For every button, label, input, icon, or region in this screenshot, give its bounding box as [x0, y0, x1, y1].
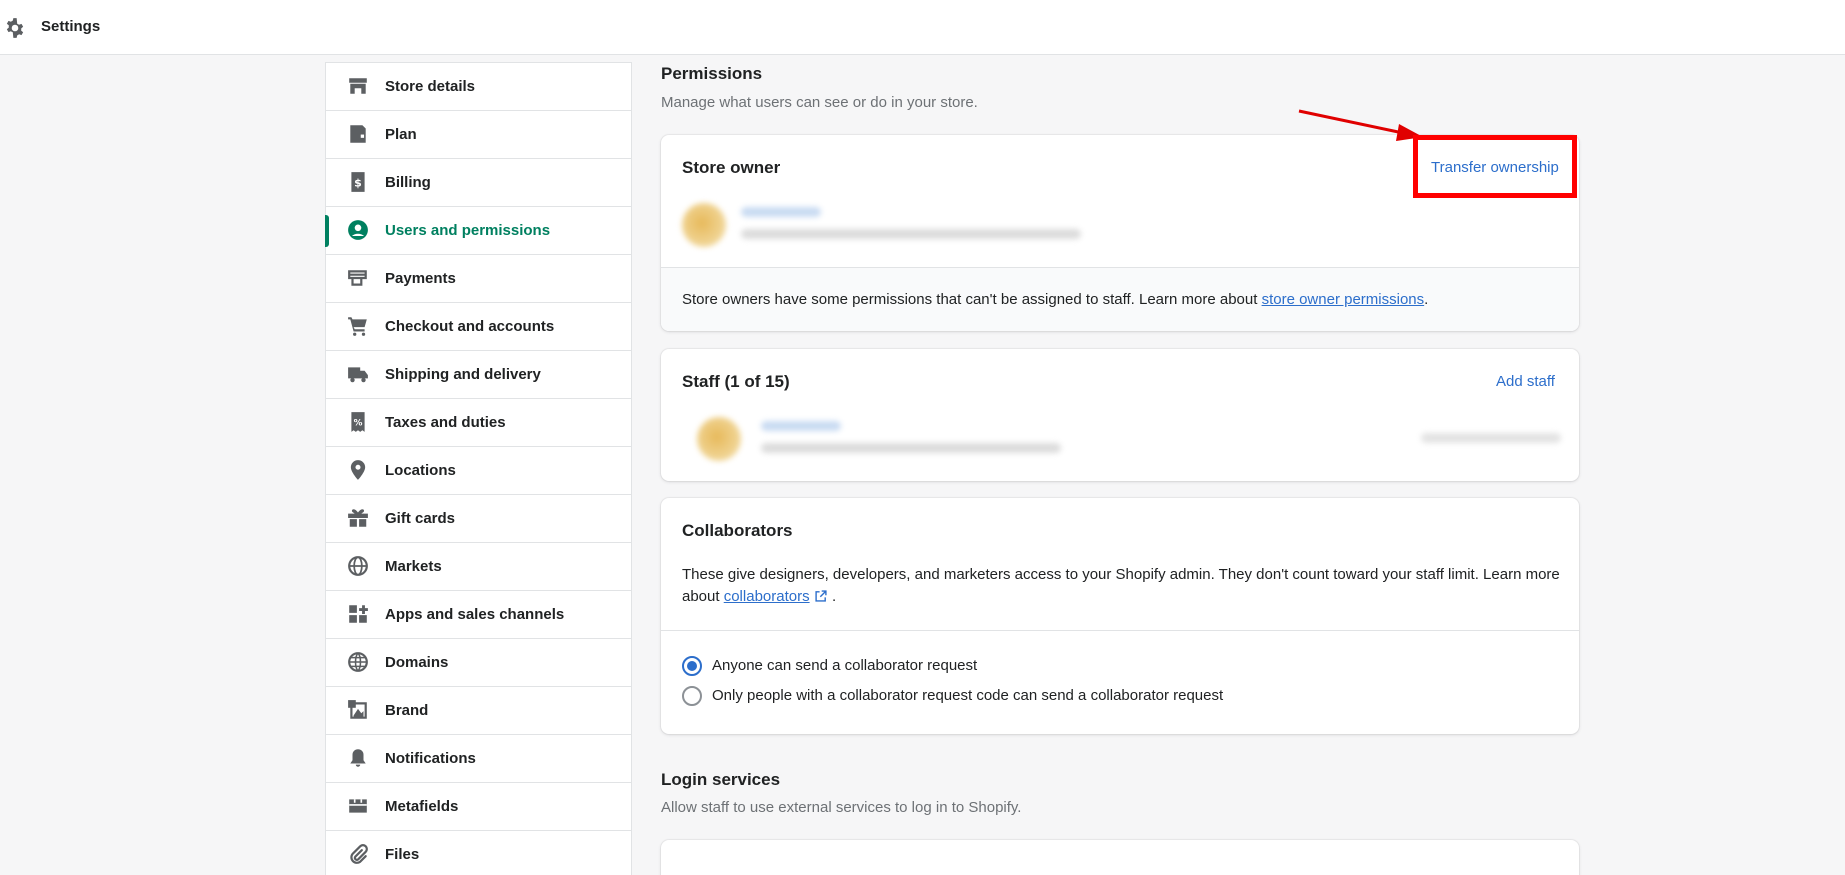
- sidebar-item-label: Users and permissions: [385, 222, 551, 239]
- permissions-subtitle: Manage what users can see or do in your …: [661, 94, 978, 111]
- annotation-arrow: [1298, 109, 1423, 141]
- external-link-icon: [814, 589, 828, 603]
- sidebar-item-label: Files: [385, 846, 420, 863]
- store-owner-note: Store owners have some permissions that …: [661, 267, 1579, 331]
- owner-avatar: [682, 203, 726, 247]
- sidebar-item-locations[interactable]: Locations: [326, 447, 631, 495]
- svg-text:%: %: [354, 418, 363, 428]
- gear-icon: [4, 17, 26, 39]
- collaborators-link[interactable]: collaborators: [724, 588, 810, 605]
- collaborators-divider: [661, 630, 1579, 631]
- login-services-card: [661, 840, 1579, 875]
- sidebar-item-label: Store details: [385, 78, 476, 95]
- sidebar-item-label: Billing: [385, 174, 431, 191]
- store-owner-note-text: Store owners have some permissions that …: [682, 291, 1262, 308]
- sidebar-item-label: Metafields: [385, 798, 459, 815]
- globe-markets-icon: [347, 555, 369, 577]
- truck-icon: [347, 363, 369, 385]
- tax-icon: %: [347, 411, 369, 433]
- radio-code-only-label: Only people with a collaborator request …: [712, 687, 1224, 704]
- login-services-subtitle: Allow staff to use external services to …: [661, 799, 1022, 816]
- sidebar-item-label: Gift cards: [385, 510, 456, 527]
- bell-icon: [347, 747, 369, 769]
- sidebar-item-plan[interactable]: Plan: [326, 111, 631, 159]
- cart-icon: [347, 315, 369, 337]
- sidebar-item-brand[interactable]: Brand: [326, 687, 631, 735]
- top-bar: Settings: [0, 0, 1845, 55]
- store-icon: [347, 75, 369, 97]
- sidebar-item-label: Shipping and delivery: [385, 366, 541, 383]
- sidebar-item-metafields[interactable]: Metafields: [326, 783, 631, 831]
- sidebar-item-billing[interactable]: $ Billing: [326, 159, 631, 207]
- store-owner-note-end: .: [1424, 291, 1429, 308]
- paperclip-icon: [347, 843, 369, 865]
- sidebar-item-label: Brand: [385, 702, 429, 719]
- sidebar-item-label: Markets: [385, 558, 442, 575]
- radio-anyone[interactable]: [682, 656, 702, 676]
- sidebar-item-taxes-and-duties[interactable]: % Taxes and duties: [326, 399, 631, 447]
- permissions-title: Permissions: [661, 64, 763, 83]
- collaborators-card: Collaborators These give designers, deve…: [661, 498, 1579, 734]
- settings-sidebar: Store details Plan $ Billing Users and p…: [325, 62, 632, 875]
- sidebar-item-gift-cards[interactable]: Gift cards: [326, 495, 631, 543]
- staff-name-redacted: [761, 421, 841, 431]
- billing-icon: $: [347, 171, 369, 193]
- sidebar-item-label: Domains: [385, 654, 449, 671]
- sidebar-item-notifications[interactable]: Notifications: [326, 735, 631, 783]
- staff-role-redacted: [1421, 433, 1561, 443]
- sidebar-item-payments[interactable]: Payments: [326, 255, 631, 303]
- annotation-highlight-box: [1413, 135, 1577, 198]
- login-services-title: Login services: [661, 770, 781, 789]
- add-staff-link[interactable]: Add staff: [1496, 372, 1555, 392]
- sidebar-item-label: Payments: [385, 270, 456, 287]
- radio-code-only[interactable]: [682, 686, 702, 706]
- page-title: Settings: [41, 18, 101, 35]
- sidebar-item-label: Apps and sales channels: [385, 606, 565, 623]
- sidebar-item-files[interactable]: Files: [326, 831, 631, 875]
- collaborators-text-end: .: [827, 588, 837, 605]
- sidebar-item-label: Checkout and accounts: [385, 318, 555, 335]
- collaborators-title: Collaborators: [682, 521, 793, 540]
- store-owner-title: Store owner: [682, 158, 781, 177]
- owner-name-redacted: [741, 207, 821, 217]
- sidebar-item-label: Plan: [385, 126, 417, 143]
- radio-anyone-label: Anyone can send a collaborator request: [712, 657, 978, 674]
- sidebar-item-shipping-and-delivery[interactable]: Shipping and delivery: [326, 351, 631, 399]
- sidebar-item-label: Notifications: [385, 750, 476, 767]
- apps-icon: [347, 603, 369, 625]
- staff-title: Staff (1 of 15): [682, 372, 790, 391]
- staff-avatar: [697, 417, 741, 461]
- owner-email-redacted: [741, 229, 1081, 239]
- location-pin-icon: [347, 459, 369, 481]
- gift-icon: [347, 507, 369, 529]
- sidebar-item-markets[interactable]: Markets: [326, 543, 631, 591]
- sidebar-item-users-and-permissions[interactable]: Users and permissions: [325, 207, 631, 255]
- sidebar-item-label: Locations: [385, 462, 456, 479]
- collaborators-description: These give designers, developers, and ma…: [682, 564, 1562, 608]
- svg-text:$: $: [354, 176, 362, 189]
- sidebar-item-store-details[interactable]: Store details: [326, 63, 631, 111]
- globe-icon: [347, 651, 369, 673]
- sidebar-item-domains[interactable]: Domains: [326, 639, 631, 687]
- plan-icon: [347, 123, 369, 145]
- sidebar-item-checkout-and-accounts[interactable]: Checkout and accounts: [326, 303, 631, 351]
- staff-card: Staff (1 of 15) Add staff: [661, 349, 1579, 481]
- sidebar-item-label: Taxes and duties: [385, 414, 506, 431]
- store-owner-permissions-link[interactable]: store owner permissions: [1262, 291, 1425, 308]
- user-circle-icon: [347, 219, 369, 241]
- sidebar-item-apps-and-sales-channels[interactable]: Apps and sales channels: [326, 591, 631, 639]
- staff-detail-redacted: [761, 443, 1061, 453]
- metafields-icon: [347, 795, 369, 817]
- payments-icon: [347, 267, 369, 289]
- brand-icon: [347, 699, 369, 721]
